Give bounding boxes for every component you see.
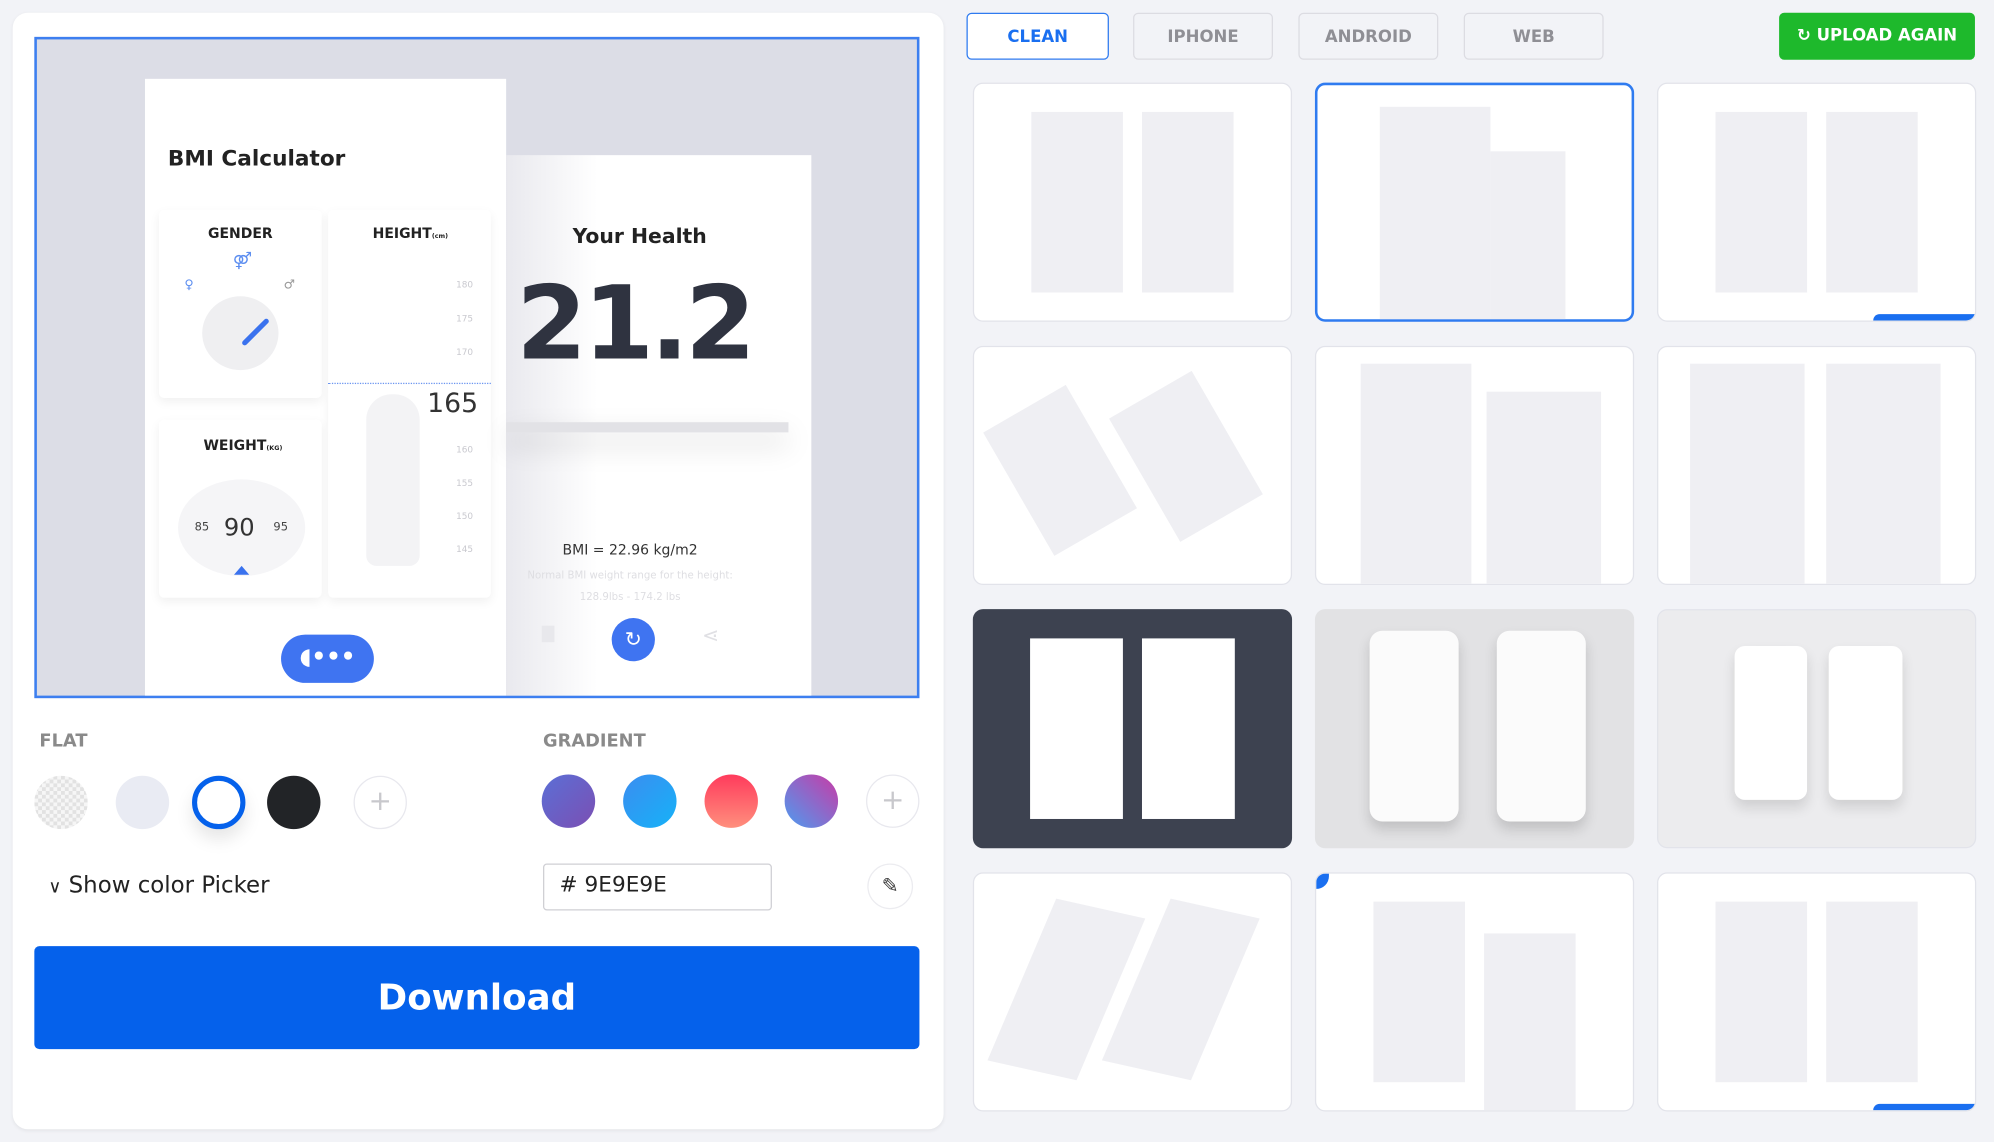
template-thumbnail[interactable]	[1314, 872, 1635, 1112]
weight-next: 95	[273, 521, 288, 535]
flat-label: FLAT	[39, 731, 88, 752]
height-label: HEIGHT(cm)	[372, 225, 449, 242]
weight-dial[interactable]: 85 90 95	[178, 479, 306, 577]
app-title: BMI Calculator	[167, 146, 346, 172]
template-thumbnail[interactable]	[972, 345, 1293, 585]
normal-range-label: Normal BMI weight range for the height:	[527, 569, 733, 582]
gender-symbol-icon: ⚤	[232, 251, 253, 271]
gender-card: GENDER ⚤ ♀ ♂	[158, 209, 322, 399]
upload-again-button[interactable]: ↻ UPLOAD AGAIN	[1779, 12, 1975, 60]
male-icon: ♂	[283, 278, 295, 293]
share-icon[interactable]: ⋖	[702, 623, 719, 647]
weight-label: WEIGHT(KG)	[203, 437, 283, 454]
weight-card: WEIGHT(KG) 85 90 95	[158, 419, 322, 598]
swatch-transparent[interactable]	[34, 775, 88, 830]
height-indicator	[328, 382, 491, 385]
reload-icon: ↻	[1796, 26, 1811, 46]
show-color-picker-label: Show color Picker	[68, 872, 270, 900]
template-thumbnail[interactable]	[1657, 345, 1977, 585]
tab-iphone[interactable]: IPHONE	[1133, 12, 1273, 60]
template-thumbnail[interactable]	[1657, 872, 1977, 1112]
result-title: Your Health	[572, 223, 707, 248]
add-gradient-button[interactable]: +	[866, 774, 920, 828]
height-tick: 150	[456, 511, 474, 522]
template-thumbnail[interactable]	[1314, 609, 1635, 849]
hex-color-input[interactable]: # 9E9E9E	[543, 863, 772, 911]
dial-needle	[241, 317, 270, 347]
more-button[interactable]: ◖•••	[281, 634, 374, 683]
template-thumbnail[interactable]	[972, 872, 1293, 1112]
swatch-gradient-blue[interactable]	[623, 774, 677, 828]
tab-android[interactable]: ANDROID	[1298, 12, 1439, 60]
upload-again-label: UPLOAD AGAIN	[1816, 26, 1958, 46]
normal-range-value: 128.9lbs - 174.2 lbs	[579, 591, 681, 603]
height-tick: 160	[456, 445, 474, 456]
gender-dial[interactable]	[202, 296, 279, 371]
height-value: 165	[427, 387, 479, 419]
template-thumbnail[interactable]	[1657, 82, 1977, 322]
weight-value: 90	[223, 513, 255, 542]
chevron-down-icon: ∨	[48, 877, 62, 898]
screen-bmi-calculator: BMI Calculator GENDER ⚤ ♀ ♂ HEIGHT(cm) 1…	[144, 78, 507, 696]
height-tick: 175	[456, 314, 474, 325]
swatch-light[interactable]	[115, 775, 170, 830]
height-tick: 170	[456, 347, 474, 358]
download-button[interactable]: Download	[34, 946, 920, 1050]
swatch-gradient-purple[interactable]	[541, 774, 596, 828]
height-tick: 155	[456, 478, 474, 489]
mockup-preview: BMI Calculator GENDER ⚤ ♀ ♂ HEIGHT(cm) 1…	[34, 36, 920, 699]
bmi-value: 21.2	[516, 264, 756, 383]
screen-your-health: Your Health 21.2 BMI = 22.96 kg/m2 Norma…	[506, 155, 812, 696]
height-tick: 145	[456, 544, 474, 555]
tab-clean[interactable]: CLEAN	[966, 12, 1109, 60]
swatch-gradient-violet[interactable]	[784, 774, 839, 828]
add-flat-color-button[interactable]: +	[353, 775, 407, 830]
hex-value: 9E9E9E	[584, 872, 667, 898]
caret-up-icon	[233, 565, 250, 575]
show-color-picker-toggle[interactable]: ∨ Show color Picker	[48, 872, 269, 899]
shelf-divider	[506, 422, 789, 433]
eyedropper-icon[interactable]: ✎	[867, 863, 914, 910]
gender-label: GENDER	[208, 225, 273, 242]
swatch-gradient-red[interactable]	[704, 774, 758, 828]
hex-prefix: #	[559, 872, 578, 898]
female-icon: ♀	[184, 278, 194, 293]
template-thumbnail[interactable]	[972, 609, 1293, 849]
swatch-black[interactable]	[267, 775, 321, 830]
template-thumbnail[interactable]	[1314, 345, 1635, 585]
swatch-white-selected[interactable]	[192, 775, 246, 830]
height-card: HEIGHT(cm) 180 175 170 165 160 155 150 1…	[328, 209, 491, 598]
height-tick: 180	[456, 279, 474, 290]
weight-prev: 85	[194, 521, 210, 535]
refresh-icon[interactable]: ↻	[611, 618, 655, 662]
gradient-label: GRADIENT	[543, 731, 646, 752]
template-thumbnail[interactable]	[1657, 609, 1977, 849]
trash-icon[interactable]	[541, 625, 555, 643]
template-thumbnail-selected[interactable]	[1314, 82, 1635, 322]
template-thumbnail[interactable]	[972, 82, 1293, 322]
bmi-formula: BMI = 22.96 kg/m2	[562, 541, 698, 559]
body-silhouette	[366, 394, 420, 566]
tab-web[interactable]: WEB	[1463, 12, 1604, 60]
